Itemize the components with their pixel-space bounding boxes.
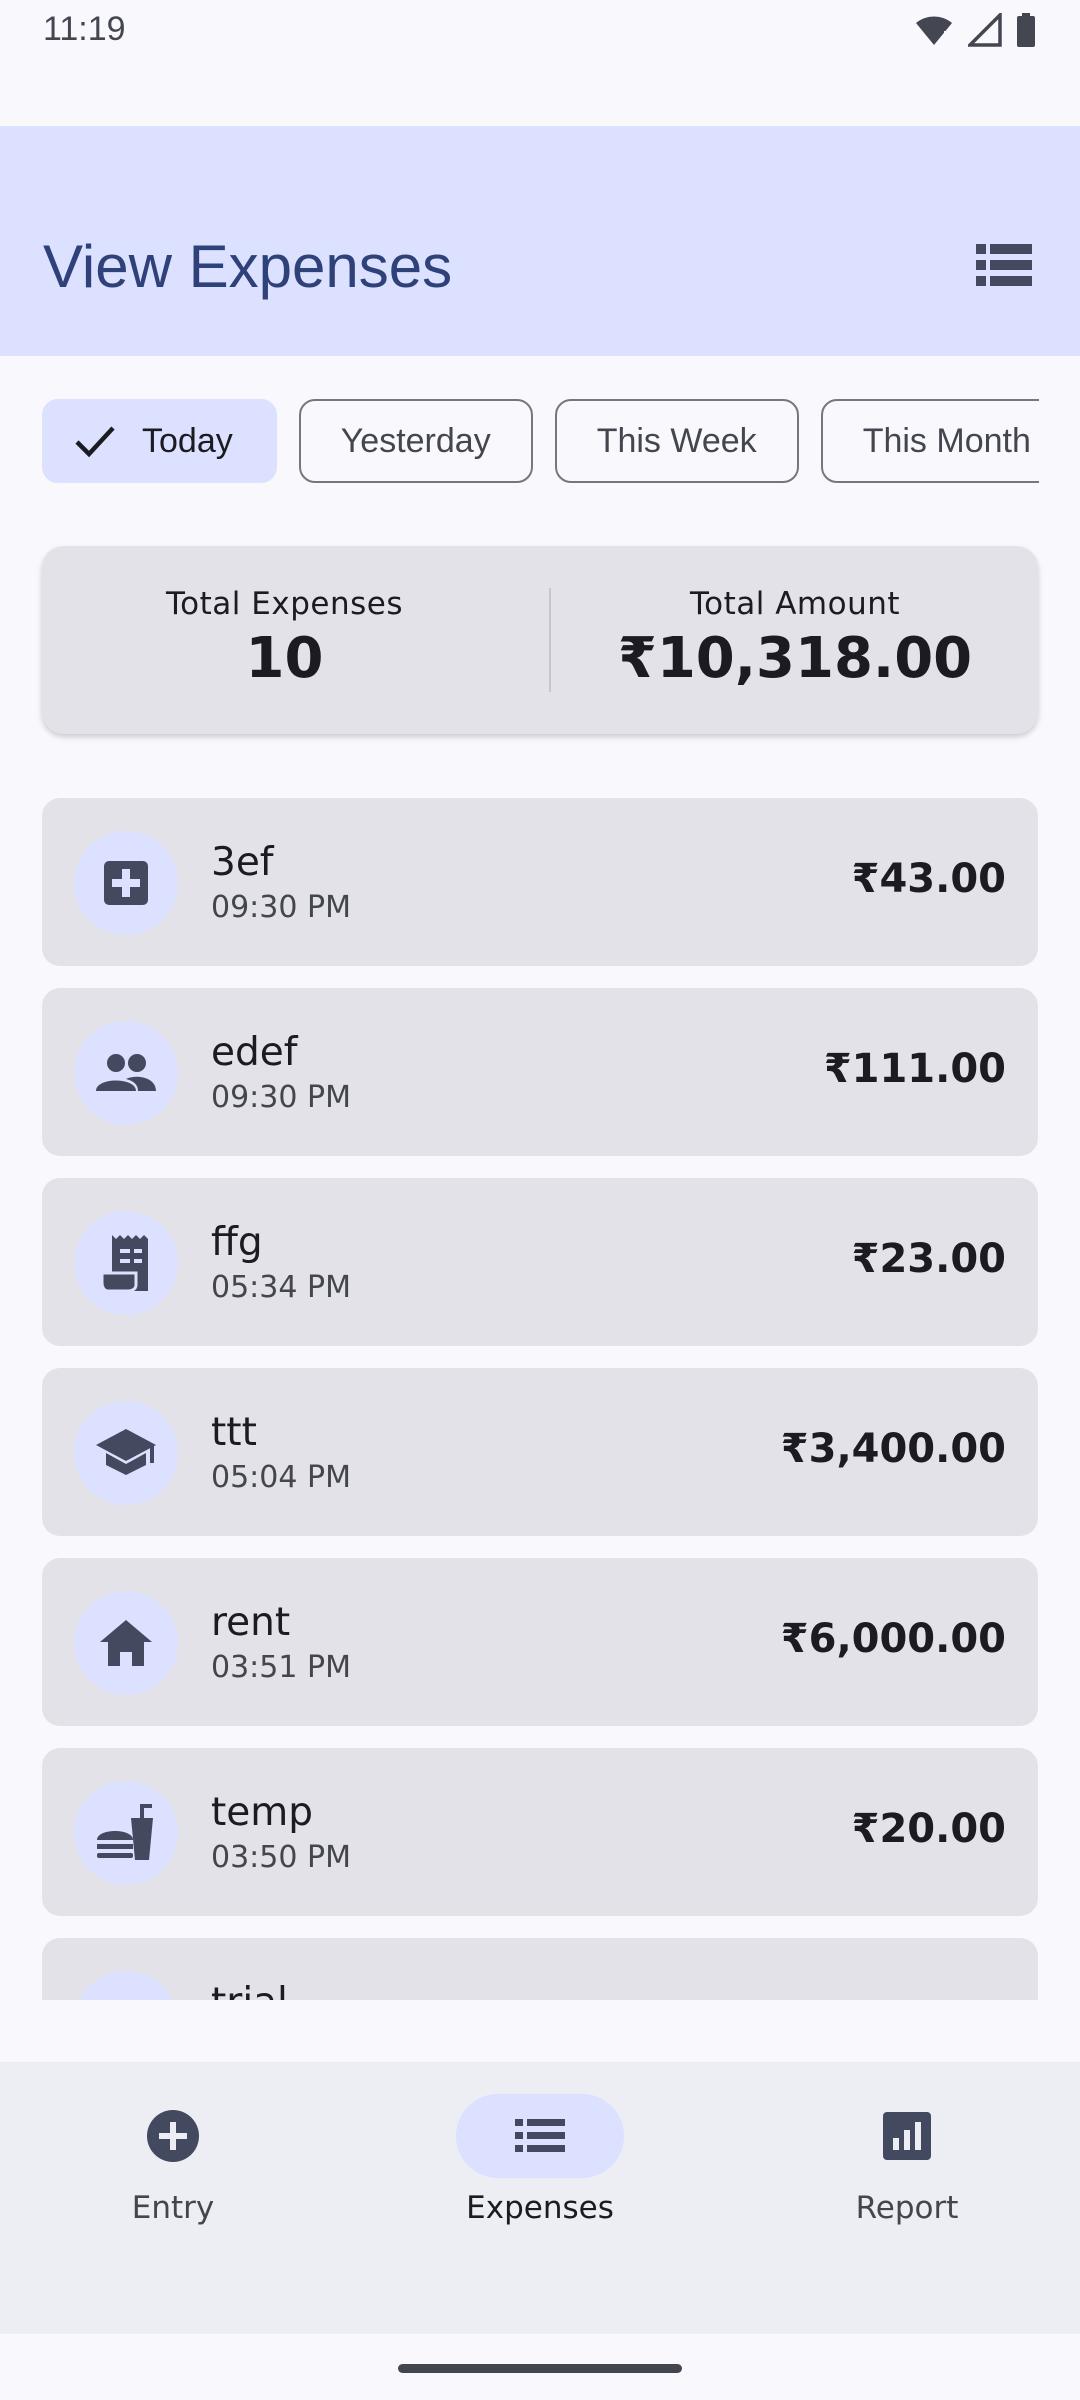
home-indicator[interactable]	[398, 2364, 682, 2373]
chip-today[interactable]: Today	[42, 399, 277, 483]
expense-item[interactable]: ffg 05:34 PM ₹23.00	[42, 1178, 1038, 1346]
summary-divider	[549, 588, 551, 692]
bottom-navigation: Entry Expenses Report	[0, 2062, 1080, 2334]
expense-item[interactable]: edef 09:30 PM ₹111.00	[42, 988, 1038, 1156]
people-icon	[96, 1054, 156, 1091]
total-amount-label: Total Amount	[689, 586, 901, 622]
expense-time: 09:30 PM	[211, 890, 351, 925]
signal-icon	[968, 13, 1002, 47]
screen: 11:19 View Expenses Today Yesterday This…	[0, 0, 1080, 2400]
chip-label: This Month	[862, 421, 1031, 460]
expense-time: 09:30 PM	[211, 1080, 351, 1115]
expense-time: 03:50 PM	[211, 1840, 351, 1875]
expense-time: 05:34 PM	[211, 1270, 351, 1305]
expense-name: ffg	[211, 1220, 263, 1265]
top-app-bar: View Expenses	[0, 126, 1080, 356]
expense-amount: ₹43.00	[851, 856, 1006, 902]
category-icon-wrap	[74, 1401, 178, 1505]
nav-label: Expenses	[466, 2190, 614, 2226]
expense-name: trial	[211, 1980, 288, 2000]
expense-time: 05:04 PM	[211, 1460, 351, 1495]
category-icon-wrap	[74, 1781, 178, 1885]
nav-indicator	[823, 2094, 991, 2178]
expense-item[interactable]: trial	[42, 1938, 1038, 2000]
add-circle-icon	[147, 2110, 199, 2162]
category-icon-wrap	[74, 1591, 178, 1695]
nav-indicator	[89, 2094, 257, 2178]
category-icon-wrap	[74, 1211, 178, 1315]
chip-yesterday[interactable]: Yesterday	[298, 399, 533, 483]
category-icon-wrap	[74, 1021, 178, 1125]
expense-name: 3ef	[211, 840, 274, 885]
expense-name: edef	[211, 1030, 298, 1075]
total-amount-value: ₹10,318.00	[617, 626, 973, 691]
nav-label: Entry	[131, 2190, 215, 2226]
expense-item[interactable]: temp 03:50 PM ₹20.00	[42, 1748, 1038, 1916]
nav-label: Report	[855, 2190, 959, 2226]
chart-icon	[883, 2112, 931, 2160]
summary-card: Total Expenses 10 Total Amount ₹10,318.0…	[42, 546, 1038, 734]
expense-name: rent	[211, 1600, 291, 1645]
expense-list[interactable]: 3ef 09:30 PM ₹43.00 edef 09:30 PM ₹111.0…	[42, 798, 1038, 2000]
chip-this-week[interactable]: This Week	[554, 399, 799, 483]
expense-item[interactable]: 3ef 09:30 PM ₹43.00	[42, 798, 1038, 966]
nav-expenses[interactable]: Expenses	[420, 2094, 660, 2226]
expense-name: ttt	[211, 1410, 257, 1455]
nav-entry[interactable]: Entry	[53, 2094, 293, 2226]
nav-report[interactable]: Report	[787, 2094, 1027, 2226]
expense-amount: ₹23.00	[851, 1236, 1006, 1282]
filter-chips: Today Yesterday This Week This Month	[42, 399, 1039, 483]
chip-this-month[interactable]: This Month	[820, 399, 1039, 483]
category-icon-wrap	[74, 831, 178, 935]
fastfood-icon	[97, 1804, 153, 1860]
nav-indicator	[456, 2094, 624, 2178]
expense-amount: ₹3,400.00	[780, 1426, 1006, 1472]
expense-amount: ₹111.00	[823, 1046, 1006, 1092]
expense-item[interactable]: ttt 05:04 PM ₹3,400.00	[42, 1368, 1038, 1536]
wifi-icon	[916, 16, 952, 45]
expense-amount: ₹20.00	[851, 1806, 1006, 1852]
receipt-icon	[102, 1235, 148, 1291]
page-title: View Expenses	[43, 233, 453, 300]
check-icon	[75, 426, 115, 458]
status-time: 11:19	[43, 10, 126, 48]
status-bar: 11:19	[0, 0, 1080, 62]
expense-name: temp	[211, 1790, 314, 1835]
chip-label: Yesterday	[340, 421, 491, 460]
medical-icon	[104, 861, 148, 905]
view-list-icon[interactable]	[976, 242, 1032, 288]
chip-label: Today	[142, 421, 233, 460]
total-expenses: Total Expenses 10	[42, 586, 527, 691]
total-expenses-label: Total Expenses	[166, 586, 403, 622]
battery-icon	[1017, 13, 1035, 47]
total-amount: Total Amount ₹10,318.00	[552, 586, 1038, 691]
school-icon	[96, 1429, 156, 1475]
expense-amount: ₹6,000.00	[780, 1616, 1006, 1662]
home-icon	[100, 1620, 152, 1666]
expense-item[interactable]: rent 03:51 PM ₹6,000.00	[42, 1558, 1038, 1726]
chip-label: This Week	[596, 421, 757, 460]
total-expenses-value: 10	[245, 626, 324, 691]
list-icon	[515, 2119, 565, 2152]
category-icon-wrap	[74, 1971, 178, 2000]
expense-time: 03:51 PM	[211, 1650, 351, 1685]
status-icons	[914, 13, 1036, 47]
